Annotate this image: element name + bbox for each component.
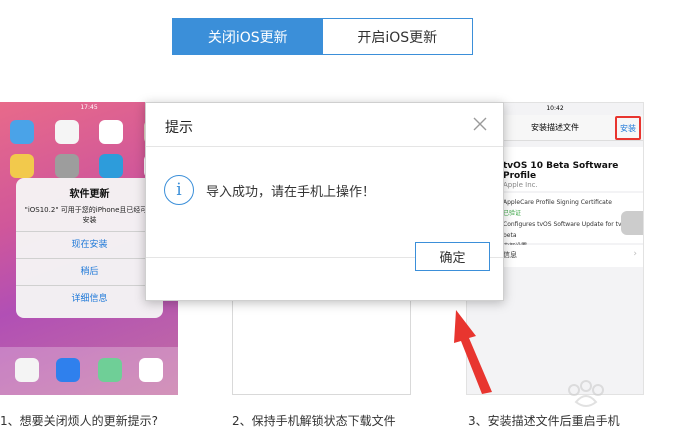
install-now-button: 现在安装 [16, 231, 163, 258]
step1-caption: 1、想要关闭烦人的更新提示? [0, 414, 159, 428]
app-icon [10, 154, 34, 180]
details-button: 详细信息 [16, 285, 163, 312]
app-icon [10, 120, 34, 146]
app-icon [54, 120, 79, 146]
chevron-right-icon: › [633, 249, 637, 259]
assistive-touch [621, 211, 643, 235]
dialog-header: 提示 [146, 103, 503, 147]
step2-caption: 2、保持手机解锁状态下载文件 [232, 414, 396, 428]
app-icon [99, 120, 124, 146]
alert-message: "iOS10.2" 可用于您的iPhone且已经可以安装 [24, 206, 155, 224]
ios-update-alert: 软件更新 "iOS10.2" 可用于您的iPhone且已经可以安装 现在安装 稍… [16, 178, 163, 318]
info-icon: i [164, 175, 194, 205]
dialog-footer: 确定 [146, 242, 503, 300]
app-icon [54, 154, 79, 180]
more-info-label: 信息 [503, 251, 517, 259]
profile-name: tvOS 10 Beta Software Profile [503, 161, 619, 181]
dock [0, 347, 178, 395]
alert-title: 软件更新 [69, 189, 110, 200]
ok-button[interactable]: 确定 [415, 242, 490, 271]
dialog-message: 导入成功，请在手机上操作！ [206, 184, 376, 200]
dialog-body: i 导入成功，请在手机上操作！ [164, 175, 375, 205]
profile-org: Apple Inc. [503, 181, 538, 189]
red-arrow-pointer [454, 310, 492, 394]
step3-caption: 3、安装描述文件后重启手机 [468, 414, 620, 428]
tab-disable-ios-update[interactable]: 关闭iOS更新 [173, 19, 323, 54]
tab-enable-ios-update[interactable]: 开启iOS更新 [322, 19, 472, 54]
dialog-title: 提示 [165, 120, 193, 136]
app-icon [14, 358, 39, 384]
profile-info-line: AppleCare Profile Signing Certificate [503, 199, 612, 206]
later-button: 稍后 [16, 258, 163, 285]
app-icon [97, 358, 122, 384]
app-icon [99, 154, 124, 180]
install-button-highlight: 安装 [615, 116, 641, 140]
close-icon[interactable] [471, 115, 489, 133]
ios-update-tabs: 关闭iOS更新 开启iOS更新 [172, 18, 473, 55]
app-icon [139, 358, 164, 384]
app-icon [56, 358, 81, 384]
import-success-dialog: 提示 i 导入成功，请在手机上操作！ 确定 [145, 102, 504, 301]
